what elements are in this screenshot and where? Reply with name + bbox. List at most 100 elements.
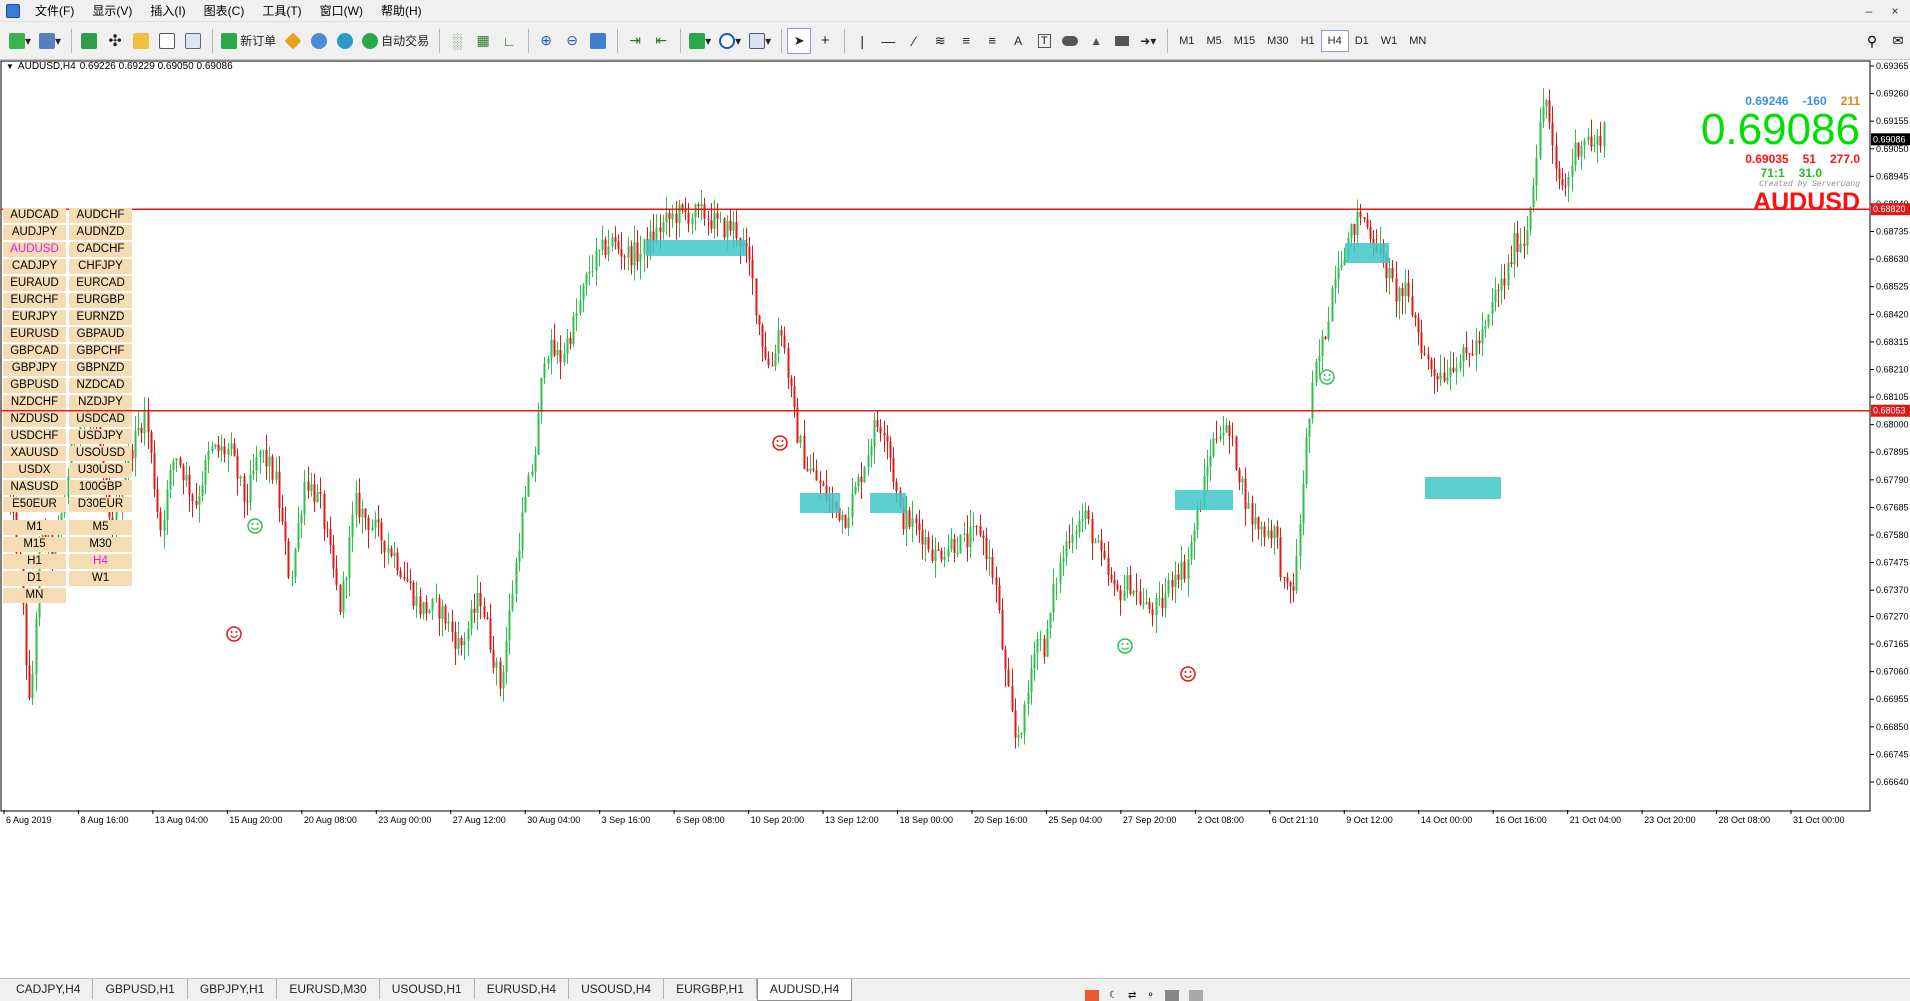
symbol-button-usdx[interactable]: USDX: [3, 463, 66, 478]
chart-tab-eurusd-m30[interactable]: EURUSD,M30: [277, 979, 380, 999]
symbol-button-cadchf[interactable]: CADCHF: [69, 242, 132, 257]
market-watch-button[interactable]: [77, 28, 101, 54]
auto-scroll-button[interactable]: ⇥: [623, 28, 647, 54]
symbol-button-gbpnzd[interactable]: GBPNZD: [69, 361, 132, 376]
tf-h1[interactable]: H1: [1295, 30, 1321, 52]
symbol-button-cadjpy[interactable]: CADJPY: [3, 259, 66, 274]
data-window-button[interactable]: ✣: [103, 28, 127, 54]
tf-m15[interactable]: M15: [1228, 30, 1261, 52]
tray-arrows-icon[interactable]: ⇄: [1128, 990, 1136, 1001]
symbol-button-gbpcad[interactable]: GBPCAD: [3, 344, 66, 359]
symbol-button-eurchf[interactable]: EURCHF: [3, 293, 66, 308]
menu-insert[interactable]: 插入(I): [141, 0, 194, 22]
price-zone[interactable]: [1345, 243, 1389, 263]
arrows-button[interactable]: ➜ ▾: [1136, 28, 1160, 54]
auto-trading-button[interactable]: 自动交易: [359, 28, 432, 54]
price-zone[interactable]: [1175, 490, 1233, 510]
menu-help[interactable]: 帮助(H): [372, 0, 431, 22]
symbol-button-usdchf[interactable]: USDCHF: [3, 429, 66, 444]
symbol-button-eurnzd[interactable]: EURNZD: [69, 310, 132, 325]
symbol-button-nzdjpy[interactable]: NZDJPY: [69, 395, 132, 410]
timeframe-button-d1[interactable]: D1: [3, 571, 66, 586]
tf-mn[interactable]: MN: [1403, 30, 1432, 52]
chart-tab-usousd-h4[interactable]: USOUSD,H4: [569, 979, 665, 999]
smiley-marker-icon[interactable]: [1117, 638, 1133, 654]
zoom-out-button[interactable]: ⊖: [560, 28, 584, 54]
chart-tab-gbpjpy-h1[interactable]: GBPJPY,H1: [188, 979, 278, 999]
smiley-marker-icon[interactable]: [226, 626, 242, 642]
tester-button[interactable]: [181, 28, 205, 54]
timeframe-button-h4[interactable]: H4: [69, 554, 132, 569]
smiley-marker-icon[interactable]: [1180, 666, 1196, 682]
fibonacci-button[interactable]: ≡: [954, 28, 978, 54]
candlestick-button[interactable]: ▦: [471, 28, 495, 54]
new-order-button[interactable]: 新订单: [218, 28, 279, 54]
symbol-button-eurcad[interactable]: EURCAD: [69, 276, 132, 291]
symbol-button-audcad[interactable]: AUDCAD: [3, 208, 66, 223]
symbol-button-nasusd[interactable]: NASUSD: [3, 480, 66, 495]
symbol-button-chfjpy[interactable]: CHFJPY: [69, 259, 132, 274]
symbol-button-d30eur[interactable]: D30EUR: [69, 497, 132, 512]
templates-button[interactable]: ▾: [746, 28, 774, 54]
minimize-icon[interactable]: –: [1856, 0, 1882, 22]
timeframe-button-m30[interactable]: M30: [69, 537, 132, 552]
terminal-button[interactable]: [155, 28, 179, 54]
tray-app-icon[interactable]: [1085, 990, 1099, 1001]
symbol-button-e50eur[interactable]: E50EUR: [3, 497, 66, 512]
text-button[interactable]: A: [1006, 28, 1030, 54]
chart-tab-audusd-h4[interactable]: AUDUSD,H4: [756, 979, 853, 1001]
symbol-button-u30usd[interactable]: U30USD: [69, 463, 132, 478]
symbol-button-audjpy[interactable]: AUDJPY: [3, 225, 66, 240]
horizontal-line-button[interactable]: —: [876, 28, 900, 54]
chart-window[interactable]: 0.693650.692600.691550.690500.689450.688…: [0, 60, 1910, 978]
smiley-marker-icon[interactable]: [772, 435, 788, 451]
chart-menu-triangle-icon[interactable]: ▼: [6, 60, 14, 74]
tf-w1[interactable]: W1: [1375, 30, 1404, 52]
symbol-button-eurusd[interactable]: EURUSD: [3, 327, 66, 342]
timeframe-button-h1[interactable]: H1: [3, 554, 66, 569]
price-zone[interactable]: [800, 493, 840, 513]
tile-windows-button[interactable]: [586, 28, 610, 54]
tray-moon-icon[interactable]: ☾: [1109, 990, 1118, 1001]
menu-view[interactable]: 显示(V): [83, 0, 141, 22]
tray-gear-icon[interactable]: [1188, 990, 1203, 1001]
price-zone[interactable]: [870, 493, 906, 513]
symbol-button-usdcad[interactable]: USDCAD: [69, 412, 132, 427]
tf-h4[interactable]: H4: [1320, 29, 1349, 52]
symbol-button-audusd[interactable]: AUDUSD: [3, 242, 66, 257]
meta-editor-button[interactable]: [281, 28, 305, 54]
symbol-button-eurgbp[interactable]: EURGBP: [69, 293, 132, 308]
smiley-marker-icon[interactable]: [1319, 369, 1335, 385]
crosshair-button[interactable]: +: [813, 28, 837, 54]
profiles-button[interactable]: ▾: [36, 28, 64, 54]
symbol-button-euraud[interactable]: EURAUD: [3, 276, 66, 291]
timeframe-button-m1[interactable]: M1: [3, 520, 66, 535]
symbol-button-nzdusd[interactable]: NZDUSD: [3, 412, 66, 427]
symbol-button-nzdcad[interactable]: NZDCAD: [69, 378, 132, 393]
rectangle-button[interactable]: [1110, 28, 1134, 54]
menu-charts[interactable]: 图表(C): [195, 0, 254, 22]
symbol-button-100gbp[interactable]: 100GBP: [69, 480, 132, 495]
smiley-marker-icon[interactable]: [247, 518, 263, 534]
line-chart-button[interactable]: ∟: [497, 28, 521, 54]
channel-button[interactable]: ≋: [928, 28, 952, 54]
menu-tools[interactable]: 工具(T): [253, 0, 310, 22]
symbol-button-usousd[interactable]: USOUSD: [69, 446, 132, 461]
new-chart-button[interactable]: ▾: [6, 28, 34, 54]
close-icon[interactable]: ×: [1882, 0, 1908, 22]
ellipse-button[interactable]: [1058, 28, 1082, 54]
trendline-button[interactable]: ∕: [902, 28, 926, 54]
chart-shift-button[interactable]: ⇤: [649, 28, 673, 54]
timeframe-button-mn[interactable]: MN: [3, 588, 66, 603]
symbol-button-audchf[interactable]: AUDCHF: [69, 208, 132, 223]
tf-m1[interactable]: M1: [1173, 30, 1200, 52]
symbol-button-gbpusd[interactable]: GBPUSD: [3, 378, 66, 393]
symbol-button-xauusd[interactable]: XAUUSD: [3, 446, 66, 461]
tf-d1[interactable]: D1: [1349, 30, 1375, 52]
tf-m30[interactable]: M30: [1261, 30, 1294, 52]
menu-file[interactable]: 文件(F): [26, 0, 83, 22]
signals-button[interactable]: [307, 28, 331, 54]
timeframe-button-m15[interactable]: M15: [3, 537, 66, 552]
indicators-button[interactable]: ▾: [686, 28, 714, 54]
zoom-in-button[interactable]: ⊕: [534, 28, 558, 54]
